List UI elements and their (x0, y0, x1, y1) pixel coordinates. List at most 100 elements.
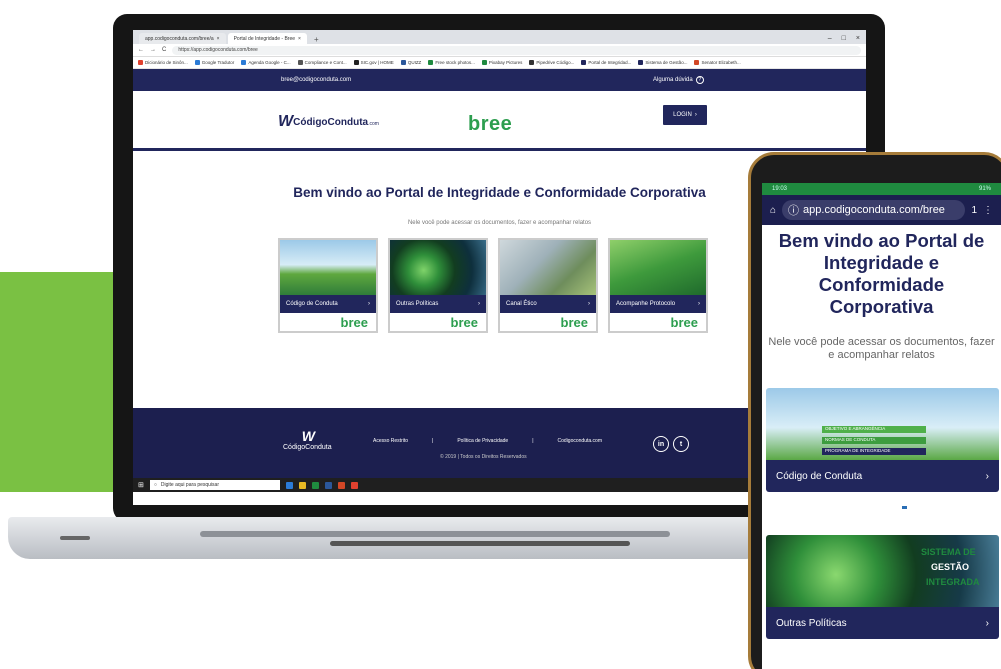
bookmark-item[interactable]: Portal de Integridad... (581, 60, 631, 65)
taskbar-app-icon[interactable] (324, 481, 332, 489)
search-icon: ○ (153, 482, 157, 488)
card-bar: Canal Ético › (500, 295, 596, 313)
bookmark-label: Agenda Google - C... (248, 60, 291, 65)
bookmark-favicon-icon (481, 60, 487, 65)
tab-title: Portal de Integridade - Bree (233, 35, 296, 42)
card-bar: Código de Conduta › (280, 295, 376, 313)
maximize-icon[interactable]: □ (842, 35, 846, 42)
browser-tab-2[interactable]: Portal de Integridade - Bree × (227, 33, 307, 44)
bookmark-label: Free stock photos... (435, 60, 475, 65)
taskbar-app-icon[interactable] (285, 481, 293, 489)
bookmark-favicon-icon (428, 60, 434, 65)
phone-card-label: Código de Conduta (776, 470, 863, 482)
bookmark-item[interactable]: Compliance e Cont... (297, 60, 347, 65)
footer-link-acesso-restrito[interactable]: Acesso Restrito (373, 438, 408, 444)
close-icon[interactable]: × (217, 36, 220, 42)
taskbar-app-icon[interactable] (311, 481, 319, 489)
help-link[interactable]: Alguma dúvida ? (653, 76, 704, 84)
footer-link-codigoconduta[interactable]: Codigoconduta.com (558, 438, 602, 444)
browser-tab-strip: app.codigoconduta.com/bree/a × Portal de … (133, 30, 866, 44)
home-icon[interactable]: ⌂ (770, 205, 776, 216)
card-bree-logo: bree (560, 314, 588, 330)
bookmark-item[interactable]: Dicionário de Sinôn... (138, 60, 188, 65)
twitter-icon[interactable]: t (673, 436, 689, 452)
tab-title: app.codigoconduta.com/bree/a (145, 35, 214, 42)
bookmark-item[interactable]: SIC.gov | HOME (353, 60, 394, 65)
card-acompanhe-protocolo[interactable]: Acompanhe Protocolo › bree (608, 238, 708, 333)
forward-icon[interactable]: → (150, 47, 156, 53)
site-topbar: bree@codigoconduta.com Alguma dúvida ? (133, 69, 866, 91)
card-image (390, 240, 486, 295)
taskbar-app-icon[interactable] (350, 481, 358, 489)
card-bree-logo: bree (670, 314, 698, 330)
phone-card-outras-politicas[interactable]: SISTEMA DE GESTÃO INTEGRADA Outras Polít… (766, 535, 999, 639)
laptop-base (8, 517, 768, 559)
codigoconduta-logo[interactable]: W CódigoConduta.com (278, 113, 379, 131)
minimize-icon[interactable]: – (828, 35, 832, 42)
browser-tab-1[interactable]: app.codigoconduta.com/bree/a × (139, 33, 226, 44)
card-codigo-de-conduta[interactable]: Código de Conduta › bree (278, 238, 378, 333)
help-label: Alguma dúvida (653, 77, 693, 83)
tabs-icon[interactable]: 1 (971, 205, 977, 216)
taskbar-app-icon[interactable] (298, 481, 306, 489)
card-bar: Outras Políticas › (390, 295, 486, 313)
bookmark-label: Portal de Integridad... (588, 60, 632, 65)
overlay-line: SISTEMA DE (921, 547, 976, 557)
bookmark-label: QUIZZ (407, 60, 422, 65)
bookmark-label: Sistema de Gestão... (645, 60, 688, 65)
chevron-right-icon: › (985, 617, 989, 629)
bookmark-item[interactable]: Agenda Google - C... (241, 60, 291, 65)
card-bar: Acompanhe Protocolo › (610, 295, 706, 313)
bookmark-favicon-icon (297, 60, 303, 65)
close-icon[interactable]: × (298, 36, 301, 42)
bookmark-item[interactable]: Pipedrive Código... (529, 60, 574, 65)
contact-email[interactable]: bree@codigoconduta.com (281, 77, 351, 83)
card-canal-etico[interactable]: Canal Ético › bree (498, 238, 598, 333)
overlay-line: NORMAS DE CONDUTA (822, 437, 926, 444)
info-icon: ⓘ (788, 205, 800, 217)
laptop-hinge (200, 531, 670, 537)
card-outras-politicas[interactable]: Outras Políticas › bree (388, 238, 488, 333)
windows-start-icon[interactable]: ⊞ (138, 481, 144, 489)
phone-card-codigo-de-conduta[interactable]: OBJETIVO E ABRANGÊNCIA NORMAS DE CONDUTA… (766, 388, 999, 492)
bree-logo: bree (468, 113, 513, 135)
bookmark-favicon-icon (694, 60, 700, 65)
bookmark-item[interactable]: Sistema de Gestão... (638, 60, 687, 65)
reload-icon[interactable]: C (162, 47, 166, 53)
help-icon: ? (695, 76, 704, 84)
status-battery: 91% (978, 186, 991, 192)
bookmark-item[interactable]: Google Tradutor (194, 60, 234, 65)
chevron-right-icon: › (694, 112, 697, 118)
phone-card-image: SISTEMA DE GESTÃO INTEGRADA (766, 535, 999, 607)
back-icon[interactable]: ← (138, 47, 144, 53)
phone-url-text: app.codigoconduta.com/bree (803, 204, 945, 216)
login-button[interactable]: LOGIN › (663, 105, 707, 125)
window-controls: – □ × (828, 32, 866, 44)
phone-page-title: Bem vindo ao Portal de Integridade e Con… (778, 230, 985, 317)
bookmark-label: Pixabay Pictures (488, 60, 523, 65)
laptop-lip (330, 541, 630, 546)
bookmark-item[interactable]: Senator Elizabeth... (694, 60, 741, 65)
footer-logo-text: CódigoConduta (283, 444, 332, 451)
footer-link-privacidade[interactable]: Política de Privacidade (457, 438, 508, 444)
bookmark-label: Pipedrive Código... (536, 60, 575, 65)
overlay-line: PROGRAMA DE INTEGRIDADE (822, 448, 926, 455)
bookmark-item[interactable]: Free stock photos... (428, 60, 475, 65)
card-bree-logo: bree (450, 314, 478, 330)
menu-icon[interactable]: ⋮ (983, 205, 993, 216)
taskbar-app-icon[interactable] (337, 481, 345, 489)
bookmark-item[interactable]: Pixabay Pictures (481, 60, 523, 65)
bookmark-favicon-icon (638, 60, 644, 65)
close-window-icon[interactable]: × (856, 35, 860, 42)
footer-logo[interactable]: W CódigoConduta (283, 428, 332, 451)
linkedin-icon[interactable]: in (653, 436, 669, 452)
site-header: W CódigoConduta.com bree LOGIN › (133, 91, 866, 151)
taskbar-search-input[interactable]: ○ Digite aqui para pesquisar (149, 480, 280, 490)
phone-status-bar: 19:03 91% (762, 183, 1001, 195)
card-label: Acompanhe Protocolo (616, 301, 676, 307)
phone-card-image: OBJETIVO E ABRANGÊNCIA NORMAS DE CONDUTA… (766, 388, 999, 460)
new-tab-button[interactable]: + (309, 35, 324, 44)
bookmark-item[interactable]: QUIZZ (400, 60, 422, 65)
phone-url-input[interactable]: ⓘ app.codigoconduta.com/bree (782, 200, 966, 220)
url-input[interactable]: https://app.codigoconduta.com/bree (172, 45, 861, 55)
